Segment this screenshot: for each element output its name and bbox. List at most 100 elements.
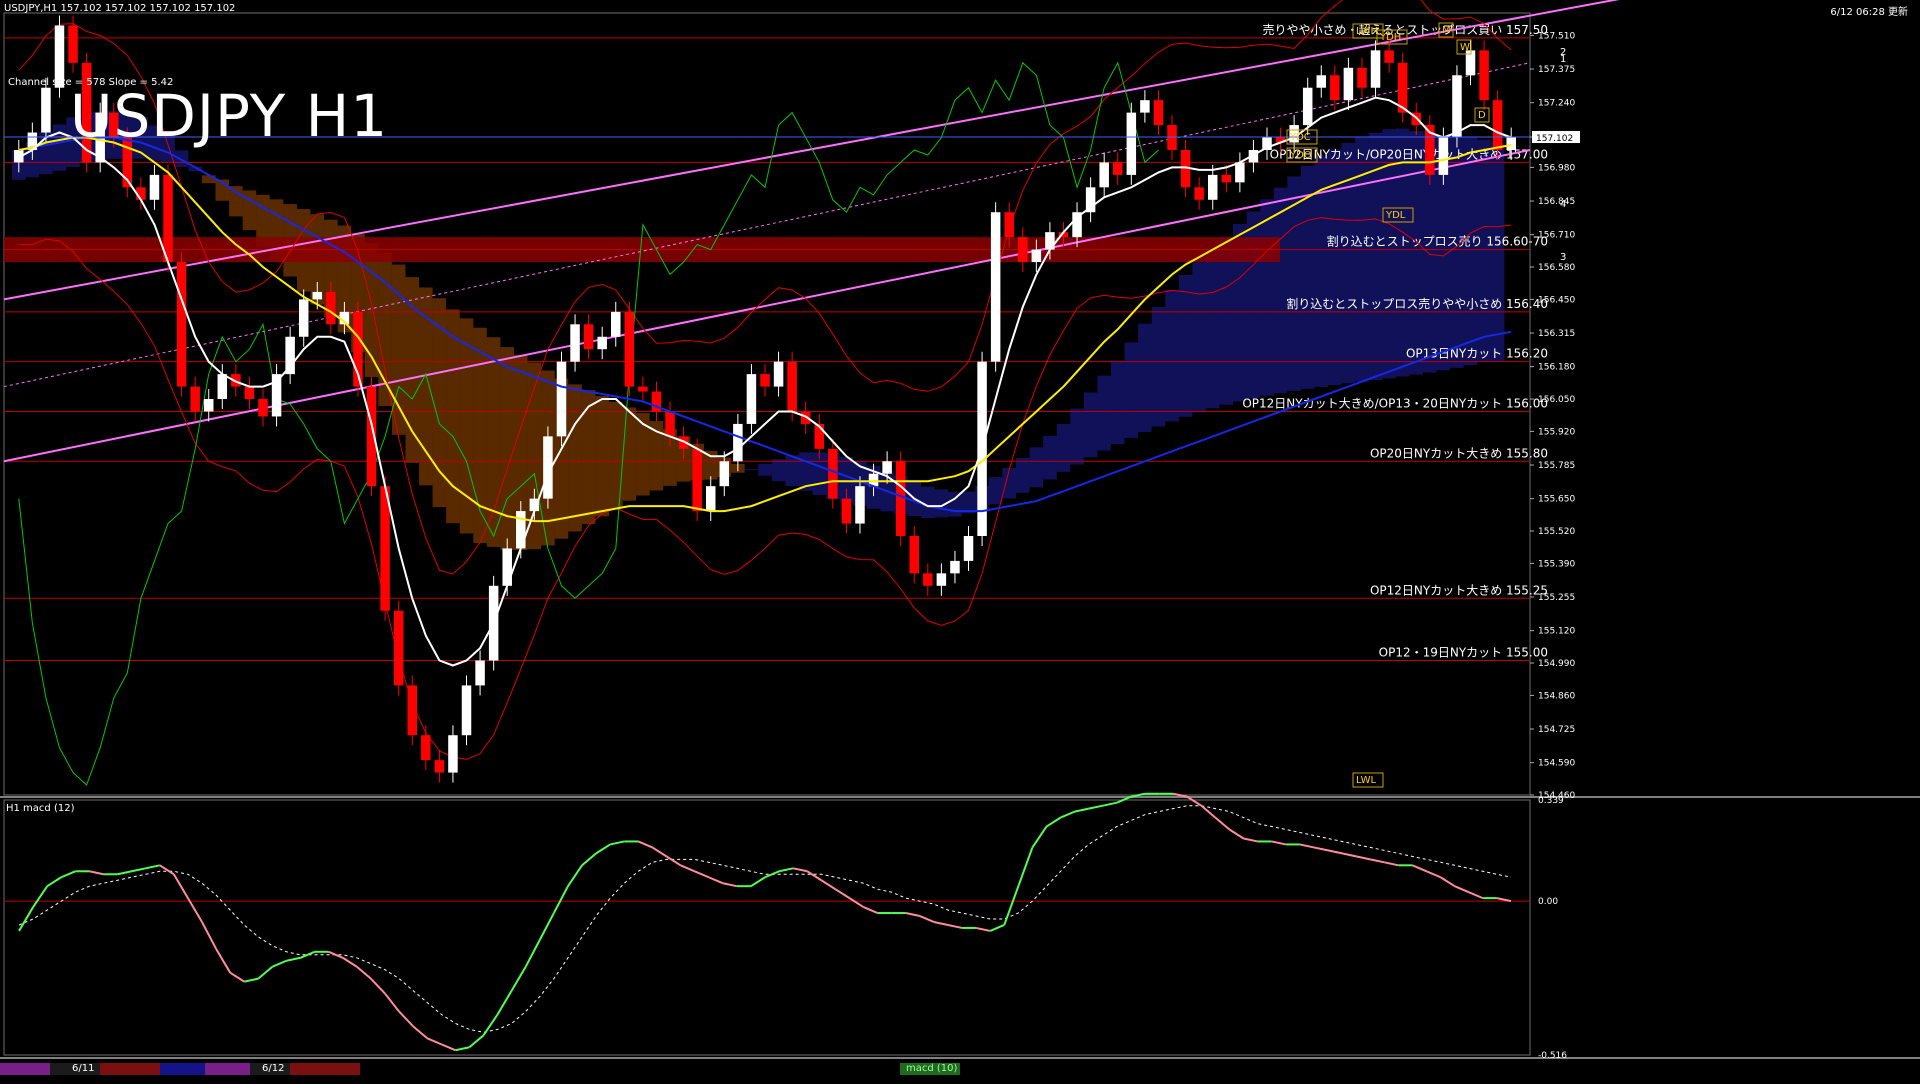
price-tick-label-19: 154.990: [1538, 659, 1575, 669]
candle-body: [638, 386, 648, 392]
candle-body: [1045, 232, 1055, 250]
candle-body: [1357, 67, 1367, 88]
candle-body: [1343, 67, 1354, 101]
cloud-band: [785, 455, 799, 487]
candle-body: [1099, 162, 1109, 188]
candle-body: [936, 573, 947, 586]
cloud-band: [988, 477, 1003, 505]
candle-body: [705, 486, 716, 512]
cloud-band: [1490, 142, 1505, 362]
candle-body: [556, 361, 567, 437]
price-tick-label-22: 154.590: [1538, 759, 1575, 769]
macd-segment: [975, 926, 991, 932]
macd-signal-line: [18, 805, 1512, 1033]
macd-segment: [834, 888, 850, 899]
price-tick-label-2: 157.240: [1538, 99, 1575, 109]
macd-segment: [750, 876, 766, 888]
price-tick-label-18: 155.120: [1538, 627, 1575, 637]
candle-body: [1153, 100, 1164, 126]
cloud-band: [446, 309, 460, 524]
candle-body: [461, 685, 472, 736]
chart-title: USDJPY H1: [70, 82, 389, 150]
candle-body: [1235, 162, 1245, 183]
macd-segment: [172, 873, 189, 899]
chart-root: 157.510157.375157.240157.102156.980156.8…: [0, 0, 1920, 1080]
cloud-band: [1178, 274, 1193, 417]
candle-body: [1194, 187, 1204, 200]
macd-panel-frame: [3, 799, 1531, 1056]
candle-body: [909, 535, 919, 574]
candle-body: [258, 399, 268, 417]
candle-body: [475, 660, 485, 686]
cloud-band: [1138, 323, 1152, 433]
candle-body: [787, 361, 797, 412]
marker-4: 4: [1560, 199, 1566, 210]
bottom-tab[interactable]: macd (10): [906, 1063, 957, 1074]
date-seg-1: [0, 1063, 50, 1075]
candle-body: [882, 461, 892, 474]
cloud-band: [1287, 176, 1301, 391]
level-label-0: 売りやや小さめ・超えるとストップロス買い 157.50: [1263, 22, 1548, 37]
macd-segment: [1074, 807, 1089, 813]
macd-segment: [215, 948, 232, 974]
cloud-band: [1070, 408, 1084, 465]
marker-D: D: [1478, 110, 1486, 121]
price-tick-label-20: 154.860: [1538, 691, 1575, 701]
candle-body: [719, 461, 730, 487]
candle-body: [326, 291, 336, 325]
macd-segment: [440, 1043, 456, 1052]
candle-body: [1113, 162, 1123, 175]
cloud-band: [1151, 306, 1166, 427]
macd-segment: [947, 923, 963, 929]
cloud-band: [1110, 360, 1125, 445]
marker-M: M: [1442, 25, 1451, 36]
candle-body: [990, 212, 1001, 362]
macd-segment: [89, 870, 104, 876]
candle-body: [312, 291, 323, 300]
date-seg-7: [290, 1063, 360, 1075]
candle-body: [448, 735, 458, 773]
macd-segment: [1440, 876, 1456, 888]
macd-segment: [32, 885, 49, 908]
level-label-2: 割り込むとストップロス売り 156.60-70: [1327, 234, 1548, 249]
candle-body: [393, 610, 404, 686]
macd-segment: [342, 956, 358, 968]
price-tick-label-1: 157.375: [1538, 65, 1575, 75]
macd-segment: [455, 1046, 470, 1052]
marker-3: 3: [1560, 252, 1566, 263]
macd-segment: [482, 1013, 499, 1036]
macd-segment: [145, 864, 160, 870]
candle-body: [163, 174, 173, 263]
macd-segment: [567, 864, 583, 887]
cloud-band: [568, 384, 582, 532]
update-info: 6/12 06:28 更新: [1830, 7, 1908, 18]
candle-body: [1221, 174, 1232, 183]
macd-segment: [1228, 828, 1245, 840]
macd-segment: [863, 906, 878, 914]
macd-segment: [1426, 870, 1441, 879]
macd-segment: [581, 852, 597, 867]
date-label-6-12: 6/12: [262, 1063, 285, 1074]
cloud-band: [1450, 137, 1464, 368]
candle-body: [203, 399, 214, 412]
candle-body: [1302, 87, 1313, 126]
macd-segment: [665, 855, 682, 867]
macd-segment: [131, 867, 146, 873]
macd-segment: [412, 1025, 428, 1040]
macd-segment: [694, 870, 710, 879]
cloud-band: [1463, 137, 1478, 366]
marker-YDL: YDL: [1385, 210, 1406, 221]
macd-segment: [398, 1010, 414, 1028]
candle-body: [841, 498, 852, 524]
price-tick-label-13: 155.785: [1538, 461, 1575, 471]
macd-segment: [257, 965, 274, 980]
macd-segment: [286, 956, 301, 962]
candle-body: [1370, 50, 1381, 88]
candle-body: [298, 299, 309, 337]
candle-body: [1316, 75, 1327, 88]
cloud-band: [229, 186, 243, 217]
macd-segment: [1243, 837, 1258, 843]
cloud-band: [581, 390, 596, 525]
macd-segment: [1370, 858, 1385, 864]
candle-body: [1492, 100, 1503, 150]
